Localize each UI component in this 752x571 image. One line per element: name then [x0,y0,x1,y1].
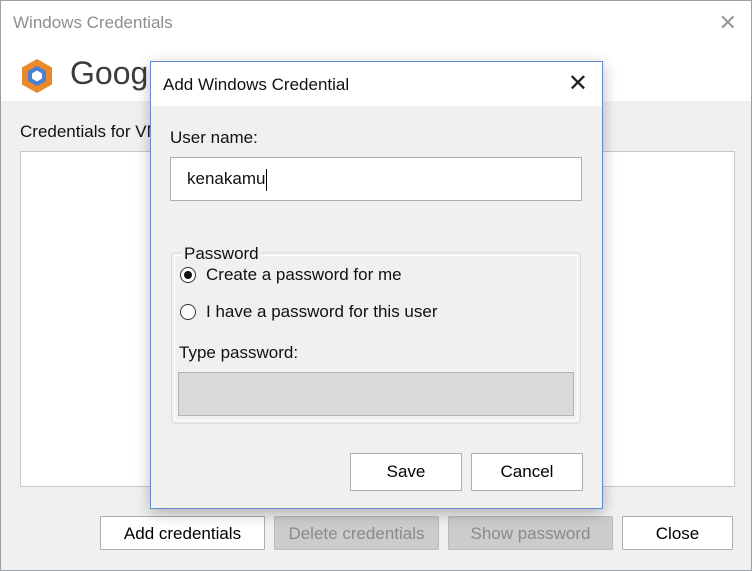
radio-button[interactable] [180,304,196,320]
window-title: Windows Credentials [13,13,173,32]
add-windows-credential-dialog: Add Windows Credential ✕ User name: kena… [150,61,603,509]
radio-create-password[interactable]: Create a password for me [180,265,402,285]
close-button[interactable]: Close [622,516,733,550]
text-caret [266,168,268,191]
radio-label: Create a password for me [206,265,402,284]
save-button[interactable]: Save [350,453,462,491]
google-cloud-hexagon-icon [22,59,52,93]
close-icon[interactable]: ✕ [568,71,588,97]
dialog-titlebar: Add Windows Credential ✕ [151,62,602,106]
cancel-button[interactable]: Cancel [471,453,583,491]
type-password-label: Type password: [179,343,299,362]
credentials-label: Credentials for VM [20,122,152,141]
radio-have-password[interactable]: I have a password for this user [180,302,438,322]
password-group-label: Password [182,244,261,264]
brand-text: Google [70,55,150,91]
delete-credentials-button[interactable]: Delete credentials [274,516,439,550]
show-password-button[interactable]: Show password [448,516,613,550]
username-label: User name: [170,128,258,147]
radio-label: I have a password for this user [206,302,438,321]
username-input[interactable]: kenakamu [170,157,582,201]
add-credentials-button[interactable]: Add credentials [100,516,265,550]
username-value: kenakamu [187,169,266,188]
close-icon[interactable]: ✕ [719,11,737,35]
outer-titlebar: Windows Credentials ✕ [1,1,751,47]
radio-button-checked[interactable] [180,267,196,283]
password-input[interactable] [178,372,574,416]
dialog-title: Add Windows Credential [163,75,350,94]
